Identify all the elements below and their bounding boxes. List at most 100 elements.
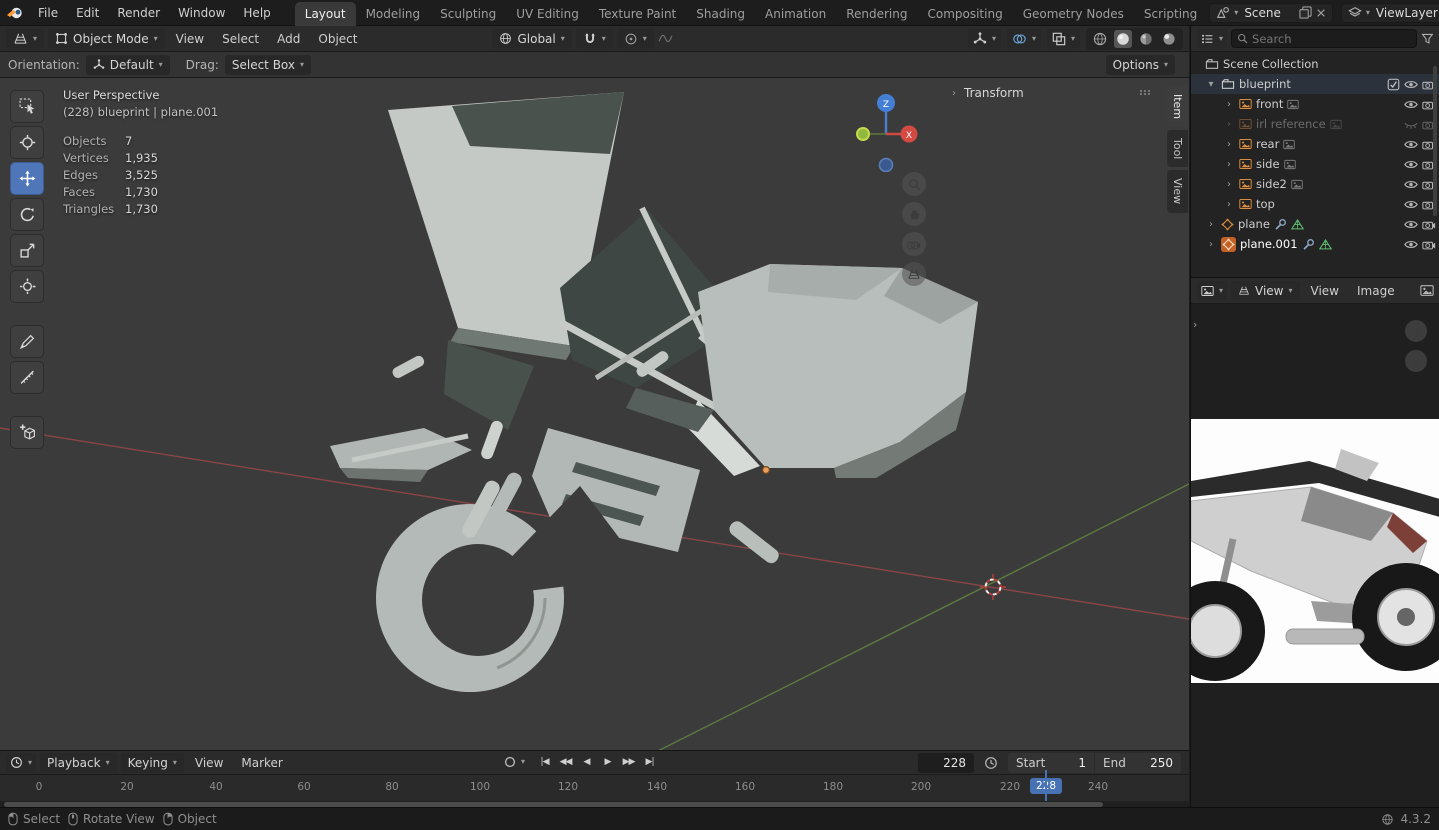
tool-scale[interactable]	[10, 234, 44, 267]
transform-orientation-dropdown[interactable]: Global ▾	[492, 28, 572, 49]
eye-icon[interactable]	[1404, 139, 1418, 150]
expander-icon[interactable]: ›	[1223, 179, 1235, 190]
eye-icon[interactable]	[1404, 159, 1418, 170]
row-object-front[interactable]: › front	[1191, 94, 1439, 114]
menu-help[interactable]: Help	[235, 3, 278, 23]
img-menu-image[interactable]: Image	[1350, 282, 1402, 300]
row-object-plane[interactable]: › plane	[1191, 214, 1439, 234]
row-collection-blueprint[interactable]: ▾ blueprint	[1191, 74, 1439, 94]
navigation-gizmo[interactable]: Z X	[850, 84, 922, 172]
region-menu-dots[interactable]	[1140, 90, 1151, 95]
row-object-irl-reference[interactable]: › irl reference	[1191, 114, 1439, 134]
vp-menu-object[interactable]: Object	[311, 30, 364, 48]
orientation-dropdown[interactable]: Default ▾	[85, 54, 170, 75]
eye-icon[interactable]	[1404, 79, 1418, 90]
camera-view-button[interactable]	[902, 232, 926, 256]
blender-logo-icon[interactable]	[6, 6, 24, 20]
row-scene-collection[interactable]: Scene Collection	[1191, 54, 1439, 74]
eye-closed-icon[interactable]	[1404, 119, 1418, 130]
menu-render[interactable]: Render	[109, 3, 168, 23]
image-zoom-button[interactable]	[1405, 320, 1427, 342]
tl-menu-view[interactable]: View	[188, 754, 230, 772]
start-frame-field[interactable]: Start 1	[1008, 753, 1094, 773]
tab-animation[interactable]: Animation	[755, 2, 836, 26]
new-scene-icon[interactable]	[1299, 6, 1312, 19]
row-object-side[interactable]: › side	[1191, 154, 1439, 174]
search-input[interactable]	[1252, 31, 1411, 46]
tool-annotate[interactable]	[10, 325, 44, 358]
row-object-top[interactable]: › top	[1191, 194, 1439, 214]
tab-shading[interactable]: Shading	[686, 2, 755, 26]
expander-icon[interactable]: ›	[1223, 199, 1235, 210]
jump-to-end-button[interactable]: ▶|	[640, 752, 659, 772]
sidebar-toggle-arrow[interactable]: ›	[1193, 318, 1197, 331]
tab-modeling[interactable]: Modeling	[356, 2, 431, 26]
next-keyframe-button[interactable]: ▶▶	[619, 752, 638, 772]
falloff-curve-icon[interactable]	[658, 33, 673, 44]
image-editor-type-dropdown[interactable]: ▾	[1197, 280, 1228, 301]
expander-icon[interactable]: ›	[1223, 159, 1235, 170]
expander-icon[interactable]: ›	[1223, 139, 1235, 150]
snapping-dropdown[interactable]: ▾	[575, 28, 613, 49]
tab-scripting[interactable]: Scripting	[1134, 2, 1207, 26]
vp-menu-add[interactable]: Add	[270, 30, 307, 48]
tab-rendering[interactable]: Rendering	[836, 2, 917, 26]
menu-edit[interactable]: Edit	[68, 3, 107, 23]
outliner-editor-dropdown[interactable]: ▾	[1197, 28, 1228, 49]
show-gizmo-dropdown[interactable]: ▾	[967, 28, 1001, 49]
row-object-side2[interactable]: › side2	[1191, 174, 1439, 194]
tab-uv-editing[interactable]: UV Editing	[506, 2, 589, 26]
camera-icon[interactable]	[1422, 239, 1436, 250]
browse-image-icon[interactable]	[1420, 284, 1434, 297]
tab-view[interactable]: View	[1167, 170, 1188, 213]
tool-transform[interactable]	[10, 270, 44, 303]
keying-dropdown[interactable]: Keying ▾	[120, 752, 184, 773]
tl-menu-marker[interactable]: Marker	[234, 754, 289, 772]
image-mode-dropdown[interactable]: View ▾	[1231, 280, 1300, 301]
playback-dropdown[interactable]: Playback ▾	[40, 752, 117, 773]
tab-layout[interactable]: Layout	[294, 1, 356, 26]
outliner-scrollbar[interactable]	[1433, 66, 1437, 216]
shading-material-button[interactable]	[1137, 30, 1155, 48]
viewlayer-selector[interactable]: ▾ ViewLayer	[1340, 2, 1439, 23]
gizmo-neg-z-axis[interactable]	[878, 157, 894, 172]
image-pan-button[interactable]	[1405, 350, 1427, 372]
current-frame-field[interactable]: 228	[918, 753, 974, 773]
options-dropdown[interactable]: Options ▾	[1105, 54, 1175, 75]
preview-range-clock-icon[interactable]	[984, 756, 998, 770]
vp-menu-select[interactable]: Select	[215, 30, 266, 48]
shading-solid-button[interactable]	[1114, 29, 1132, 48]
end-frame-field[interactable]: End 250	[1095, 753, 1181, 773]
expander-icon[interactable]: ›	[1205, 219, 1217, 230]
auto-key-button[interactable]	[500, 752, 519, 772]
tool-cursor[interactable]	[10, 126, 44, 159]
tool-select-box[interactable]	[10, 90, 44, 123]
expander-icon[interactable]: ▾	[1205, 79, 1217, 90]
transform-panel-header[interactable]: › Transform	[948, 86, 1024, 100]
tab-compositing[interactable]: Compositing	[917, 2, 1012, 26]
perspective-toggle-button[interactable]	[902, 262, 926, 286]
jump-to-start-button[interactable]: |◀	[535, 752, 554, 772]
mode-dropdown[interactable]: Object Mode ▾	[48, 28, 165, 49]
menu-file[interactable]: File	[30, 3, 66, 23]
show-overlays-dropdown[interactable]: ▾	[1006, 28, 1041, 49]
unlink-scene-icon[interactable]	[1316, 8, 1326, 18]
filter-icon[interactable]	[1421, 32, 1434, 45]
tab-sculpting[interactable]: Sculpting	[430, 2, 506, 26]
expander-icon[interactable]: ›	[1205, 239, 1217, 250]
eye-icon[interactable]	[1404, 239, 1418, 250]
viewport-3d[interactable]: User Perspective (228) blueprint | plane…	[0, 78, 1189, 750]
tab-tool[interactable]: Tool	[1167, 130, 1188, 168]
tool-measure[interactable]	[10, 361, 44, 394]
menu-window[interactable]: Window	[170, 3, 233, 23]
img-menu-view[interactable]: View	[1304, 282, 1346, 300]
tab-texture-paint[interactable]: Texture Paint	[589, 2, 686, 26]
editor-type-dropdown[interactable]: ▾	[6, 28, 45, 49]
camera-icon[interactable]	[1422, 219, 1436, 230]
gizmo-y-axis[interactable]	[856, 127, 870, 141]
timeline-ruler[interactable]: 0 20 40 60 80 100 120 140 160 180 200 22…	[0, 775, 1189, 801]
drag-dropdown[interactable]: Select Box ▾	[224, 54, 312, 75]
eye-icon[interactable]	[1404, 219, 1418, 230]
scene-selector[interactable]: ▾ Scene	[1209, 2, 1333, 23]
eye-icon[interactable]	[1404, 179, 1418, 190]
